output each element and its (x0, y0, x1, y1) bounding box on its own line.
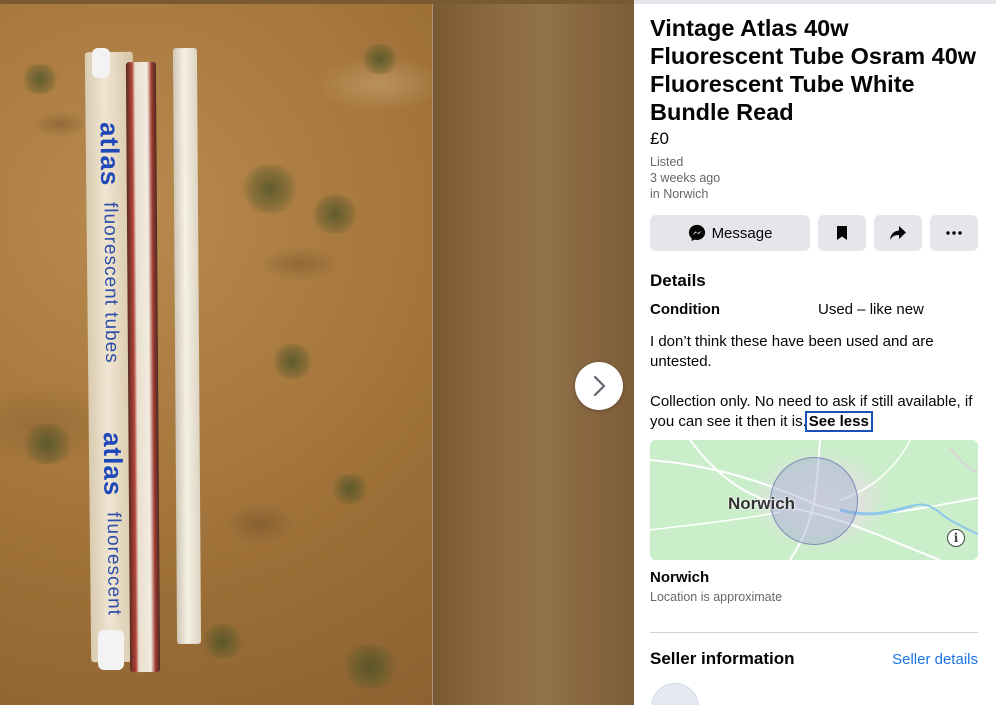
section-divider (650, 632, 978, 633)
box-text: fluorescent (102, 511, 125, 617)
tube-end-cap (98, 630, 124, 670)
bookmark-icon (837, 226, 847, 240)
next-photo-button[interactable] (575, 362, 623, 410)
map-city-label: Norwich (728, 494, 796, 513)
save-button[interactable] (818, 215, 866, 251)
listed-time: 3 weeks ago (650, 171, 721, 185)
listing-description: I don’t think these have been used and a… (650, 332, 978, 432)
white-tube (172, 47, 202, 645)
location-name: Norwich (650, 569, 710, 586)
listing-price: £0 (650, 129, 669, 148)
action-bar: Message (650, 215, 978, 251)
box-text: atlas (94, 121, 126, 187)
share-button[interactable] (874, 215, 922, 251)
tube-end-cap (92, 48, 110, 78)
message-button[interactable]: Message (650, 215, 810, 251)
listed-label: Listed (650, 155, 684, 169)
listing-title: Vintage Atlas 40w Fluorescent Tube Osram… (650, 15, 977, 125)
listing-details-panel: Vintage Atlas 40w Fluorescent Tube Osram… (634, 0, 996, 705)
photo-viewer: atlas fluorescent tubes atlas fluorescen… (0, 0, 634, 705)
condition-row: Condition Used – like new (650, 300, 978, 320)
messenger-icon (688, 224, 705, 242)
seller-header: Seller information Seller details (650, 649, 978, 669)
box-text: fluorescent tubes (99, 201, 123, 364)
box-text: atlas (97, 431, 129, 497)
condition-value: Used – like new (818, 301, 924, 318)
listing-photo: atlas fluorescent tubes atlas fluorescen… (0, 4, 432, 705)
message-label: Message (711, 224, 773, 242)
see-less-link[interactable]: See less (804, 411, 873, 432)
more-icon (946, 231, 962, 235)
chevron-right-icon (593, 375, 606, 397)
photo-blur-background (432, 4, 634, 705)
location-note: Location is approximate (650, 590, 783, 604)
listed-location: in Norwich (650, 187, 709, 201)
seller-heading: Seller information (650, 649, 795, 668)
share-icon (890, 226, 906, 240)
seller-avatar[interactable] (651, 683, 699, 705)
seller-details-link[interactable]: Seller details (892, 651, 978, 668)
info-icon[interactable]: i (947, 529, 965, 547)
osram-tube-box (125, 61, 161, 673)
details-heading: Details (650, 271, 706, 290)
condition-label: Condition (650, 301, 720, 318)
more-options-button[interactable] (930, 215, 978, 251)
description-paragraph: I don’t think these have been used and a… (650, 333, 934, 370)
listing-meta: Listed 3 weeks ago in Norwich (650, 154, 978, 202)
description-paragraph: Collection only. No need to ask if still… (650, 392, 978, 432)
location-map[interactable]: Norwich i (650, 440, 978, 560)
